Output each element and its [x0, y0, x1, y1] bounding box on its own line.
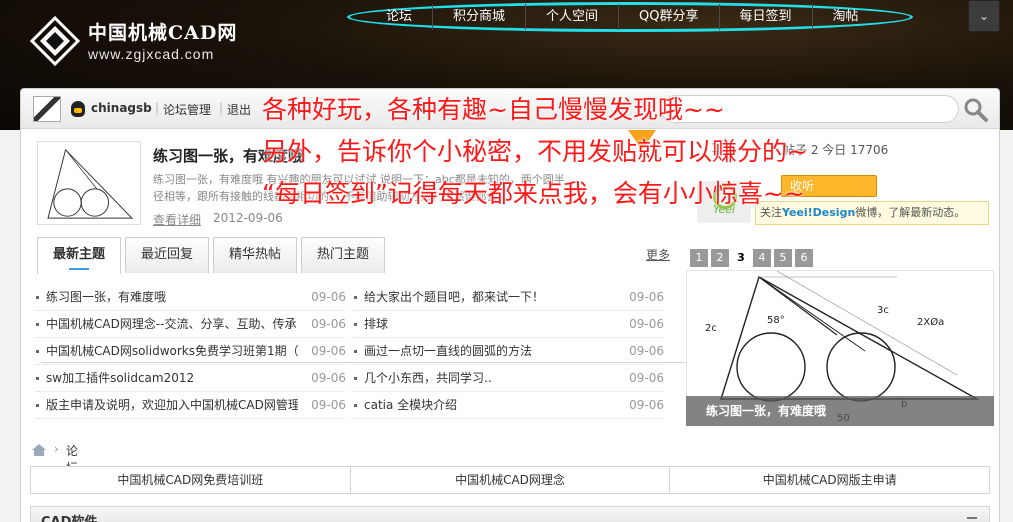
slide-number-active[interactable]: 3: [732, 249, 750, 267]
tab-hot-topics[interactable]: 热门主题: [301, 237, 385, 273]
drawing-label-3c: 3c: [877, 305, 889, 316]
chevron-right-icon: ›: [54, 442, 59, 456]
nav-daily-checkin[interactable]: 每日签到: [720, 4, 813, 30]
slide-number[interactable]: 5: [774, 249, 792, 267]
topic-date: 09-06: [629, 371, 664, 385]
quick-link-philosophy[interactable]: 中国机械CAD网理念: [351, 467, 671, 493]
topic-date: 09-06: [311, 344, 346, 358]
nav-personal-space[interactable]: 个人空间: [526, 4, 620, 30]
tab-featured[interactable]: 精华热帖: [213, 237, 297, 273]
overlay-line-3: “每日签到”记得每天都来点我，会有小小惊喜~~: [262, 179, 805, 208]
topic-title[interactable]: 几个小东西，共同学习..: [364, 365, 616, 392]
list-item[interactable]: 排球 09-06: [354, 311, 664, 338]
topic-title[interactable]: 中国机械CAD网理念--交流、分享、互助、传承: [46, 311, 298, 338]
list-item[interactable]: 中国机械CAD网solidworks免费学习班第1期（ 09-06: [36, 338, 346, 365]
topic-title[interactable]: 排球: [364, 311, 616, 338]
section-header: CAD软件: [30, 506, 990, 522]
qq-icon: [71, 101, 85, 117]
topic-title[interactable]: 中国机械CAD网solidworks免费学习班第1期（: [46, 338, 298, 365]
topic-date: 09-06: [629, 398, 664, 412]
search-icon[interactable]: [963, 97, 989, 123]
topic-date: 09-06: [311, 398, 346, 412]
nav-points-mall[interactable]: 积分商城: [433, 4, 527, 30]
quick-links: 中国机械CAD网免费培训班 中国机械CAD网理念 中国机械CAD网版主申请: [30, 466, 990, 494]
slide-number[interactable]: 2: [711, 249, 729, 267]
slideshow-caption[interactable]: 练习图一张，有难度哦: [686, 396, 994, 426]
site-logo[interactable]: 中国机械CAD网 www.zgjxcad.com: [30, 14, 250, 70]
list-item[interactable]: 练习图一张，有难度哦 09-06: [36, 284, 346, 311]
home-icon[interactable]: [32, 444, 46, 456]
logo-url: www.zgjxcad.com: [88, 46, 215, 62]
topic-date: 09-06: [311, 290, 346, 304]
slide-number[interactable]: 6: [795, 249, 813, 267]
feature-thumbnail[interactable]: [37, 141, 141, 225]
topic-title[interactable]: 给大家出个题目吧，都来试一下！: [364, 284, 616, 311]
topic-date: 09-06: [311, 371, 346, 385]
overlay-line-1: 各种好玩，各种有趣~自己慢慢发现哦~~: [262, 95, 725, 124]
quick-link-training[interactable]: 中国机械CAD网免费培训班: [31, 467, 351, 493]
divider: |: [219, 101, 224, 115]
more-link[interactable]: 更多: [646, 246, 670, 263]
topic-list-left: 练习图一张，有难度哦 09-06 中国机械CAD网理念--交流、分享、互助、传承 0…: [36, 284, 346, 419]
topic-date: 09-06: [311, 317, 346, 331]
feature-date: 2012-09-06: [213, 211, 283, 225]
nav-qq-share[interactable]: QQ群分享: [619, 4, 720, 30]
list-item[interactable]: 版主申请及说明，欢迎加入中国机械CAD网管理 09-06: [36, 392, 346, 419]
username[interactable]: chinagsb: [91, 101, 152, 115]
chevron-down-icon[interactable]: ⌄: [968, 0, 1000, 32]
list-item[interactable]: 画过一点切一直线的圆弧的方法 09-06: [354, 338, 664, 365]
list-item[interactable]: 中国机械CAD网理念--交流、分享、互助、传承 09-06: [36, 311, 346, 338]
follow-text-post: 微博，了解最新动态。: [855, 206, 966, 219]
quick-link-moderator[interactable]: 中国机械CAD网版主申请: [670, 467, 989, 493]
overlay-line-2: 另外，告诉你个小秘密，不用发贴就可以赚分的~: [262, 137, 808, 166]
drawing-label-2c: 2c: [705, 323, 717, 334]
nav-taotie[interactable]: 淘帖: [813, 4, 879, 30]
topic-date: 09-06: [629, 344, 664, 358]
feature-more-link[interactable]: 查看详细: [153, 211, 201, 228]
list-item[interactable]: sw加工插件solidcam2012 09-06: [36, 365, 346, 392]
top-nav: 论坛 积分商城 个人空间 QQ群分享 每日签到 淘帖: [366, 4, 879, 30]
list-item[interactable]: 给大家出个题目吧，都来试一下！ 09-06: [354, 284, 664, 311]
topic-title[interactable]: 版主申请及说明，欢迎加入中国机械CAD网管理: [46, 392, 298, 419]
list-item[interactable]: 几个小东西，共同学习.. 09-06: [354, 365, 664, 392]
slide-number[interactable]: 4: [753, 249, 771, 267]
slideshow-pager: 1 2 3 4 5 6: [690, 249, 816, 267]
collapse-icon[interactable]: [967, 517, 977, 519]
tab-recent-replies[interactable]: 最近回复: [125, 237, 209, 273]
drawing-label-angle: 58°: [767, 315, 785, 326]
slide-number[interactable]: 1: [690, 249, 708, 267]
drawing-label-diameter: 2XØa: [917, 316, 944, 328]
topic-list-right: 给大家出个题目吧，都来试一下！ 09-06 排球 09-06 画过一点切一直线的圆弧…: [354, 284, 664, 419]
topic-title[interactable]: 画过一点切一直线的圆弧的方法: [364, 338, 616, 365]
topic-date: 09-06: [629, 317, 664, 331]
topic-title[interactable]: catia 全模块介绍: [364, 392, 616, 419]
topic-date: 09-06: [629, 290, 664, 304]
list-item[interactable]: catia 全模块介绍 09-06: [354, 392, 664, 419]
section-title[interactable]: CAD软件: [41, 511, 97, 522]
logo-mark-icon: [30, 16, 80, 66]
topic-title[interactable]: sw加工插件solidcam2012: [46, 365, 298, 392]
nav-forum[interactable]: 论坛: [366, 4, 434, 30]
logo-name: 中国机械CAD网: [88, 22, 238, 44]
avatar[interactable]: [33, 96, 61, 122]
tab-latest-topics[interactable]: 最新主题: [37, 237, 121, 274]
logout-link[interactable]: 退出: [227, 101, 251, 118]
topic-title[interactable]: 练习图一张，有难度哦: [46, 284, 298, 311]
divider: |: [155, 101, 160, 115]
forum-admin-link[interactable]: 论坛管理: [163, 101, 211, 118]
